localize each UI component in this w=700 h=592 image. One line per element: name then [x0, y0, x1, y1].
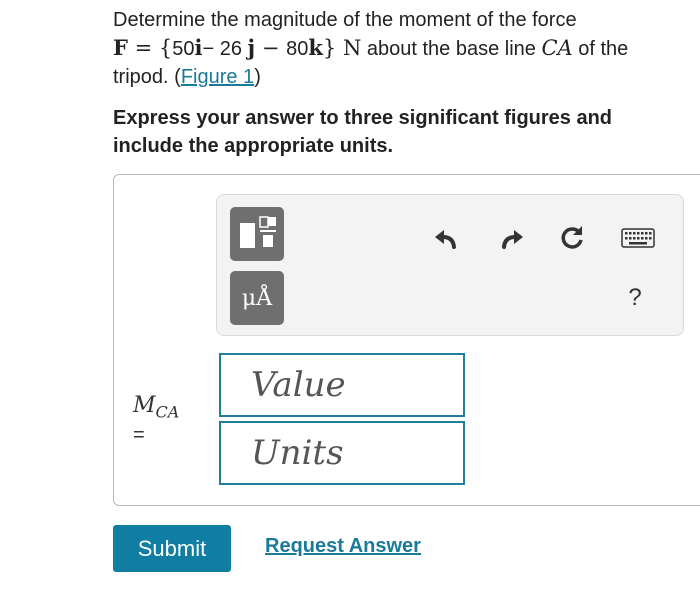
- force-symbol: F: [113, 35, 128, 60]
- minus-sign-2: −: [255, 36, 287, 60]
- units-button[interactable]: μÅ: [230, 271, 284, 325]
- base-line-label: CA: [541, 36, 573, 60]
- of-the-text: of the: [572, 38, 629, 60]
- coefficient-j: 26: [219, 38, 242, 60]
- coefficient-k: 80: [286, 38, 309, 60]
- help-label: ?: [628, 284, 642, 311]
- units-input[interactable]: Units: [219, 421, 465, 485]
- templates-button[interactable]: [230, 207, 284, 261]
- request-answer-link[interactable]: Request Answer: [265, 535, 421, 558]
- paren-close: ): [254, 66, 261, 88]
- reset-icon[interactable]: [557, 223, 587, 253]
- variable-name: M: [133, 393, 156, 418]
- force-equals: = {: [127, 36, 173, 60]
- templates-icon: [240, 216, 276, 248]
- instructions: Express your answer to three significant…: [113, 107, 613, 157]
- unit-vector-j: j: [247, 35, 256, 60]
- math-toolbar: μÅ ?: [216, 194, 684, 336]
- units-button-label: μÅ: [241, 285, 273, 311]
- value-placeholder: Value: [251, 365, 346, 405]
- units-placeholder: Units: [251, 433, 344, 473]
- figure-link[interactable]: Figure 1: [181, 66, 254, 88]
- problem-line-3: tripod. (Figure 1): [113, 63, 700, 91]
- submit-button[interactable]: Submit: [113, 525, 231, 572]
- variable-subscript: CA: [155, 402, 180, 422]
- problem-statement: Determine the magnitude of the moment of…: [113, 6, 700, 91]
- coefficient-i: 50: [172, 38, 195, 60]
- help-button[interactable]: ?: [620, 283, 650, 313]
- undo-icon[interactable]: [431, 223, 461, 253]
- keyboard-icon[interactable]: [620, 223, 656, 253]
- force-unit: } N: [322, 36, 362, 60]
- redo-icon[interactable]: [497, 223, 527, 253]
- tripod-text: tripod. (: [113, 66, 181, 88]
- problem-line-1: Determine the magnitude of the moment of…: [113, 9, 577, 31]
- answer-variable-label: MCA: [133, 393, 179, 421]
- about-text: about the base line: [361, 38, 542, 60]
- equals-sign: =: [133, 424, 145, 446]
- unit-vector-k: k: [308, 35, 323, 60]
- value-input[interactable]: Value: [219, 353, 465, 417]
- problem-line-2: F = {50i− 26 j − 80k} N about the base l…: [113, 34, 700, 63]
- minus-sign-1: −: [202, 38, 220, 60]
